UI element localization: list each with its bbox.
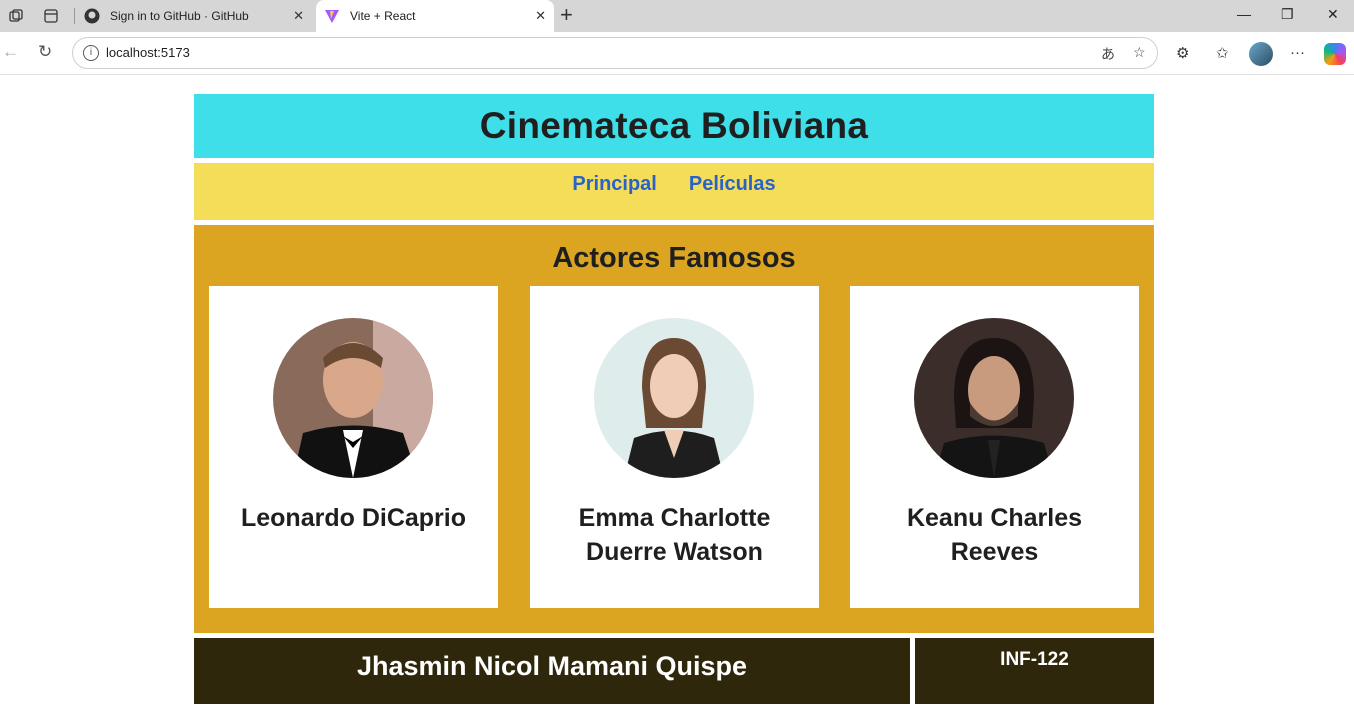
keanu-reeves-photo	[914, 318, 1074, 478]
refresh-icon[interactable]: ↻	[38, 42, 52, 62]
nav-link-principal[interactable]: Principal	[572, 173, 656, 196]
actors-section: Actores Famosos Leonardo DiCaprio Emma C…	[194, 225, 1154, 633]
browser-address-bar: ← ↻ i localhost:5173 あ ☆ ⚙ ✩ ···	[0, 32, 1354, 75]
section-title: Actores Famosos	[552, 242, 796, 274]
url-text: localhost:5173	[106, 45, 190, 60]
footer-author-box: Jhasmin Nicol Mamani Quispe	[194, 638, 910, 704]
nav-link-peliculas[interactable]: Películas	[689, 173, 776, 196]
close-tab-icon[interactable]: ✕	[535, 8, 546, 24]
extensions-icon[interactable]: ⚙	[1176, 44, 1189, 62]
footer-author: Jhasmin Nicol Mamani Quispe	[356, 651, 748, 681]
vite-icon	[324, 8, 340, 24]
minimize-icon[interactable]: —	[1237, 6, 1251, 22]
footer-course-box: INF-122	[915, 638, 1154, 704]
tab-separator	[74, 8, 75, 24]
read-aloud-icon[interactable]: あ	[1101, 44, 1115, 64]
workspaces-icon[interactable]	[6, 6, 26, 26]
copilot-icon[interactable]	[1324, 43, 1346, 65]
actor-name: Emma Charlotte Duerre Watson	[578, 504, 771, 566]
footer-course: INF-122	[1000, 649, 1069, 670]
site-title: Cinemateca Boliviana	[479, 105, 869, 146]
main-nav: Principal Películas	[194, 163, 1154, 220]
browser-tab-bar: Sign in to GitHub · GitHub ✕ Vite + Reac…	[0, 0, 1354, 32]
close-tab-icon[interactable]: ✕	[293, 8, 304, 24]
more-menu-icon[interactable]: ···	[1290, 44, 1305, 61]
tab-actions-icon[interactable]	[41, 6, 61, 26]
site-header: Cinemateca Boliviana	[194, 94, 1154, 158]
new-tab-icon[interactable]: +	[560, 4, 573, 26]
leonardo-dicaprio-photo	[273, 318, 433, 478]
tab-github[interactable]: Sign in to GitHub · GitHub ✕	[76, 0, 312, 32]
tab-title: Sign in to GitHub · GitHub	[110, 9, 249, 23]
back-arrow-icon[interactable]: ←	[2, 42, 19, 62]
favorite-star-icon[interactable]: ☆	[1133, 44, 1146, 61]
tab-title: Vite + React	[350, 9, 416, 23]
actor-card: Emma Charlotte Duerre Watson	[530, 286, 819, 608]
close-window-icon[interactable]: ✕	[1327, 6, 1339, 23]
favorites-icon[interactable]: ✩	[1216, 44, 1229, 62]
actor-name: Keanu Charles Reeves	[906, 504, 1083, 566]
github-icon	[84, 8, 100, 24]
restore-icon[interactable]: ❐	[1281, 6, 1294, 23]
site-info-icon[interactable]: i	[83, 45, 99, 61]
actor-card: Leonardo DiCaprio	[209, 286, 498, 608]
tab-vite-react[interactable]: Vite + React ✕	[316, 0, 554, 32]
page-content: Cinemateca Boliviana Principal Películas…	[0, 75, 1354, 720]
profile-avatar[interactable]	[1249, 42, 1273, 66]
actor-name: Leonardo DiCaprio	[240, 504, 466, 532]
url-field[interactable]: i localhost:5173 あ ☆	[72, 37, 1158, 69]
emma-watson-photo	[594, 318, 754, 478]
actor-card: Keanu Charles Reeves	[850, 286, 1139, 608]
